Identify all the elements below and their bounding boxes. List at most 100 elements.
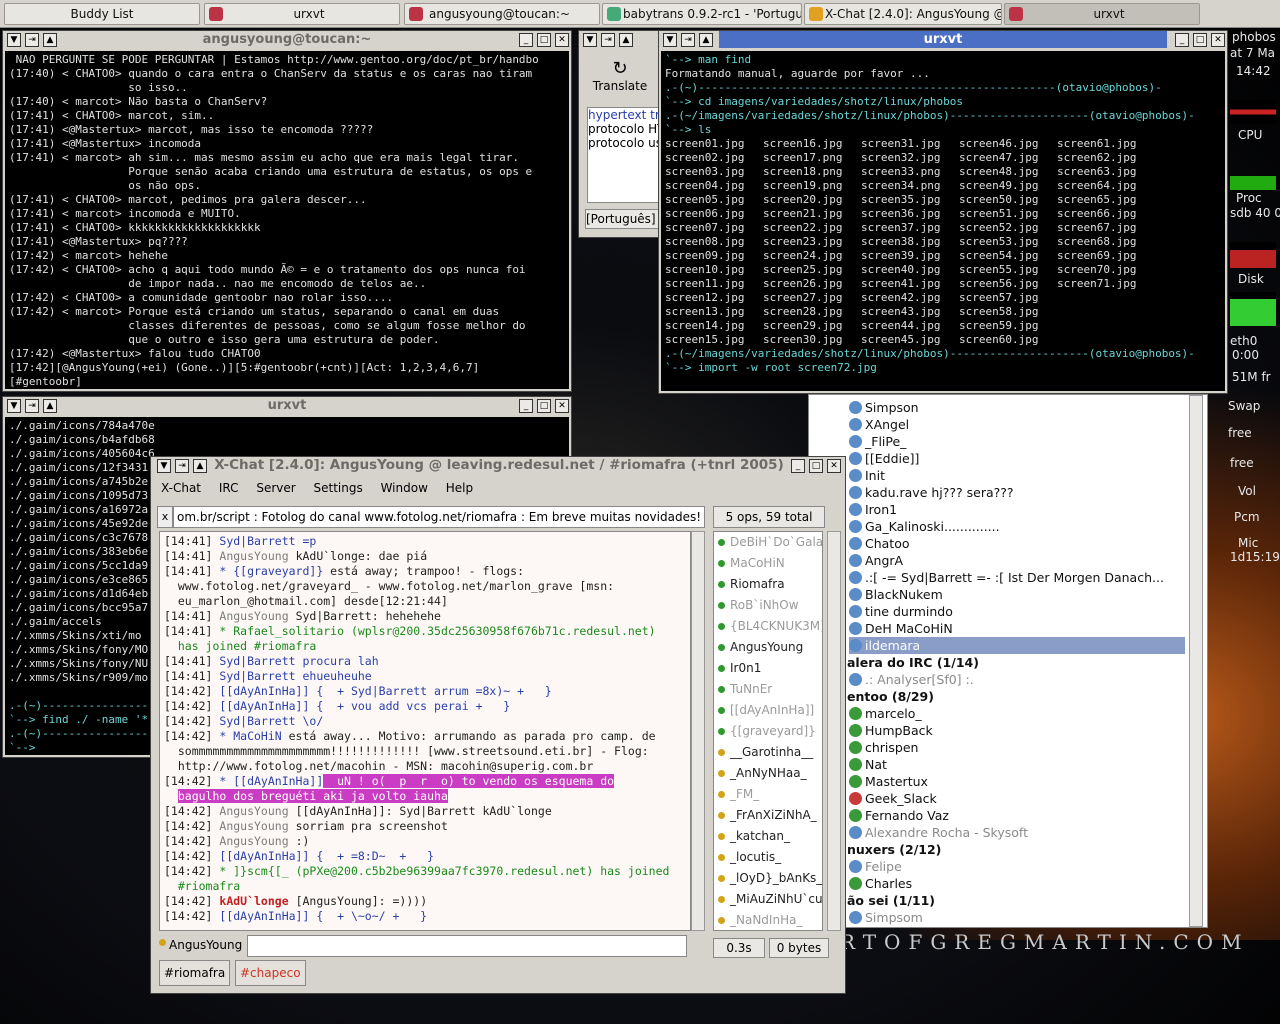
user-item[interactable]: _lOyD}_bAnKs_ [714, 868, 822, 889]
buddy-item[interactable]: Geek_Slack [849, 790, 1179, 807]
shade-button[interactable]: ⇥ [681, 33, 695, 47]
user-item[interactable]: __Garotinha__ [714, 742, 822, 763]
task-xchat[interactable]: X-Chat [2.4.0]: AngusYoung @ [804, 3, 1002, 25]
user-item[interactable]: [[dAyAnInHa]] [714, 700, 822, 721]
language-select[interactable]: [Português] - [585, 209, 663, 229]
nick[interactable]: [[dAyAnInHa]] [219, 849, 309, 863]
nick[interactable]: Syd|Barrett [219, 654, 295, 668]
maximize-button[interactable]: □ [809, 459, 823, 473]
raise-button[interactable]: ▲ [43, 33, 57, 47]
buddy-item[interactable]: chrispen [849, 739, 1179, 756]
user-item[interactable]: Riomafra [714, 574, 822, 595]
nick[interactable]: [[dAyAnInHa]] [219, 684, 309, 698]
close-button[interactable]: ✕ [827, 459, 841, 473]
buddy-item[interactable]: Felipe [849, 858, 1179, 875]
minimize-button[interactable]: _ [519, 399, 533, 413]
menu-xchat[interactable]: X-Chat [161, 481, 201, 495]
maximize-button[interactable]: □ [537, 33, 551, 47]
shade-button[interactable]: ⇥ [25, 399, 39, 413]
translate-button[interactable]: ↻ Translate [585, 59, 655, 99]
buddy-group[interactable]: ão sei (1/11) [847, 892, 1177, 909]
topic-close-button[interactable]: x [157, 506, 173, 528]
maximize-button[interactable]: □ [1193, 33, 1207, 47]
user-item[interactable]: AngusYoung [714, 637, 822, 658]
window-menu-button[interactable]: ▼ [157, 459, 171, 473]
task-angusyoung-toucan[interactable]: angusyoung@toucan:~ [404, 3, 600, 25]
buddy-item[interactable]: .:[ -= Syd|Barrett =- :[ Ist Der Morgen … [849, 569, 1179, 586]
user-item[interactable]: DeBiH`Do`Gala [714, 532, 822, 553]
shade-button[interactable]: ⇥ [601, 33, 615, 47]
close-button[interactable]: ✕ [555, 399, 569, 413]
minimize-button[interactable]: _ [519, 33, 533, 47]
menu-window[interactable]: Window [381, 481, 428, 495]
window-menu-button[interactable]: ▼ [583, 33, 597, 47]
buddy-item[interactable]: Nat [849, 756, 1179, 773]
buddy-item[interactable]: marcelo_ [849, 705, 1179, 722]
tab-chapeco[interactable]: #chapeco [235, 960, 306, 986]
buddy-item[interactable]: _FliPe_ [849, 433, 1179, 450]
buddy-item[interactable]: Ga_Kalinoski.............. [849, 518, 1179, 535]
nick[interactable]: * {[graveyard]} [219, 564, 323, 578]
buddy-item[interactable]: DeH MaCoHiN [849, 620, 1179, 637]
user-item[interactable]: RoB`iNhOw [714, 595, 822, 616]
nick[interactable]: AngusYoung [219, 819, 288, 833]
buddy-item[interactable]: Mastertux [849, 773, 1179, 790]
buddy-item[interactable]: Iron1 [849, 501, 1179, 518]
window-menu-button[interactable]: ▼ [7, 399, 21, 413]
nick[interactable]: * MaCoHiN [219, 729, 281, 743]
buddy-item[interactable]: .: Analyser[Sf0] :. [849, 671, 1179, 688]
menu-settings[interactable]: Settings [314, 481, 363, 495]
raise-button[interactable]: ▲ [619, 33, 633, 47]
minimize-button[interactable]: _ [1175, 33, 1189, 47]
nick[interactable]: AngusYoung [219, 549, 288, 563]
nick[interactable]: * ]}scm{[_ [219, 864, 288, 878]
nick[interactable]: * [[dAyAnInHa]] [219, 774, 323, 788]
user-item[interactable]: _NaNdInHa_ [714, 910, 822, 930]
task-buddy-list[interactable]: Buddy List [4, 3, 200, 25]
user-item[interactable]: {BL4CKNUK3M} [714, 616, 822, 637]
user-item[interactable]: _FrAnXiZiNhA_ [714, 805, 822, 826]
buddy-item[interactable]: kadu.rave hj??? sera??? [849, 484, 1179, 501]
buddy-item[interactable]: HumpBack [849, 722, 1179, 739]
irc-terminal-output[interactable]: NAO PERGUNTE SE PODE PERGUNTAR | Estamos… [5, 51, 569, 389]
buddy-group[interactable]: alera do IRC (1/14) [847, 654, 1177, 671]
tab-riomafra[interactable]: #riomafra [159, 960, 231, 986]
task-babytrans[interactable]: babytrans 0.9.2-rc1 - 'Portugu [602, 3, 802, 25]
window-menu-button[interactable]: ▼ [7, 33, 21, 47]
raise-button[interactable]: ▲ [699, 33, 713, 47]
ls-terminal-output[interactable]: `--> man find Formatando manual, aguarde … [661, 51, 1225, 391]
userlist-scrollbar[interactable] [827, 531, 841, 931]
maximize-button[interactable]: □ [537, 399, 551, 413]
chat-scrollbar[interactable] [691, 531, 705, 931]
buddy-item[interactable]: tine durmindo [849, 603, 1179, 620]
user-item[interactable]: Ir0n1 [714, 658, 822, 679]
message-input[interactable] [247, 935, 687, 957]
menu-server[interactable]: Server [256, 481, 295, 495]
menu-irc[interactable]: IRC [219, 481, 239, 495]
shade-button[interactable]: ⇥ [175, 459, 189, 473]
nick[interactable]: Syd|Barrett [219, 714, 295, 728]
buddy-item[interactable]: Simpsom [849, 909, 1179, 926]
user-item[interactable]: _AnNyNHaa_ [714, 763, 822, 784]
user-item[interactable]: _MiAuZiNhU`cu [714, 889, 822, 910]
user-item[interactable]: _locutis_ [714, 847, 822, 868]
buddy-item[interactable]: [[Eddie]] [849, 450, 1179, 467]
shade-button[interactable]: ⇥ [25, 33, 39, 47]
raise-button[interactable]: ▲ [43, 399, 57, 413]
buddy-item[interactable]: Charles [849, 875, 1179, 892]
buddy-scrollbar[interactable] [1189, 395, 1203, 927]
buddy-item[interactable]: BlackNukem [849, 586, 1179, 603]
buddy-item[interactable]: Simpson [849, 399, 1179, 416]
buddy-group[interactable]: nuxers (2/12) [847, 841, 1177, 858]
user-list[interactable]: DeBiH`Do`Gala MaCoHiN Riomafra RoB`iNhOw {BL… [713, 531, 823, 931]
raise-button[interactable]: ▲ [193, 459, 207, 473]
user-item[interactable]: _FM_ [714, 784, 822, 805]
buddy-item[interactable]: Chatoo [849, 535, 1179, 552]
nick-button[interactable]: AngusYoung [169, 938, 242, 952]
nick[interactable]: AngusYoung [219, 804, 288, 818]
buddy-item[interactable]: XAngel [849, 416, 1179, 433]
buddy-item[interactable]: Init [849, 467, 1179, 484]
task-urxvt-2[interactable]: urxvt [1004, 3, 1200, 25]
buddy-item[interactable]: Alexandre Rocha - Skysoft [849, 824, 1179, 841]
nick[interactable]: kAdU`longe [219, 894, 288, 908]
